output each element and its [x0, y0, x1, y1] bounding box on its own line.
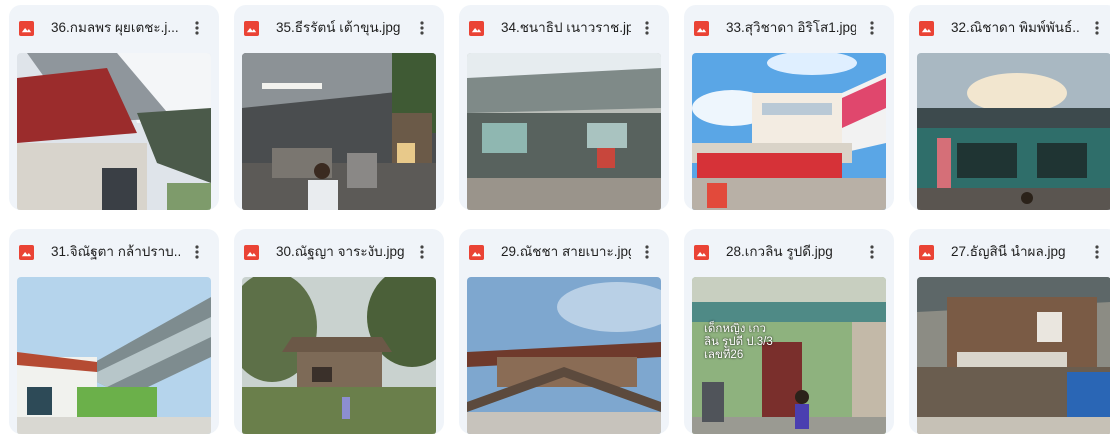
file-card[interactable]: 31.จิณัฐตา กล้าปราบ....: [9, 229, 219, 434]
more-vert-icon[interactable]: [1085, 16, 1109, 40]
image-icon: [694, 245, 709, 260]
file-thumbnail[interactable]: [17, 277, 211, 434]
file-card-header: 31.จิณัฐตา กล้าปราบ....: [9, 229, 219, 275]
file-card-header: 29.ณัชชา สายเบาะ.jpg: [459, 229, 669, 275]
file-card[interactable]: 33.สุวิชาดา อิริโส1.jpg: [684, 5, 894, 210]
file-thumbnail[interactable]: [917, 53, 1110, 210]
file-name: 32.ณิชาดา พิมพ์พันธ์....: [951, 20, 1081, 35]
file-card-header: 36.กมลพร ผุยเตชะ.j...: [9, 5, 219, 51]
file-card[interactable]: 34.ชนาธิป เนาวราช.jpg: [459, 5, 669, 210]
image-icon: [244, 245, 259, 260]
file-name: 29.ณัชชา สายเบาะ.jpg: [501, 244, 631, 259]
more-vert-icon[interactable]: [410, 240, 434, 264]
file-name: 27.ธัญสินี นำผล.jpg: [951, 244, 1066, 259]
file-thumbnail[interactable]: [692, 53, 886, 210]
file-card-header: 32.ณิชาดา พิมพ์พันธ์....: [909, 5, 1110, 51]
more-vert-icon[interactable]: [860, 240, 884, 264]
file-card[interactable]: 36.กมลพร ผุยเตชะ.j...: [9, 5, 219, 210]
file-card[interactable]: 29.ณัชชา สายเบาะ.jpg: [459, 229, 669, 434]
more-vert-icon[interactable]: [410, 16, 434, 40]
file-name: 35.ธีรรัตน์ เต้าขุน.jpg: [276, 20, 401, 35]
file-card[interactable]: 32.ณิชาดา พิมพ์พันธ์....: [909, 5, 1110, 210]
file-card[interactable]: 28.เกวลิน รูปดี.jpg เด็กหญิง เกว ลิน รูป…: [684, 229, 894, 434]
file-card[interactable]: 35.ธีรรัตน์ เต้าขุน.jpg: [234, 5, 444, 210]
file-thumbnail[interactable]: [17, 53, 211, 210]
file-name: 31.จิณัฐตา กล้าปราบ....: [51, 244, 181, 259]
image-icon: [19, 21, 34, 36]
file-card-header: 27.ธัญสินี นำผล.jpg: [909, 229, 1110, 275]
file-card[interactable]: 30.ณัฐญา จาระงับ.jpg: [234, 229, 444, 434]
more-vert-icon[interactable]: [635, 240, 659, 264]
file-card-header: 35.ธีรรัตน์ เต้าขุน.jpg: [234, 5, 444, 51]
more-vert-icon[interactable]: [860, 16, 884, 40]
image-icon: [19, 245, 34, 260]
image-icon: [919, 245, 934, 260]
file-card-header: 33.สุวิชาดา อิริโส1.jpg: [684, 5, 894, 51]
file-card-header: 30.ณัฐญา จาระงับ.jpg: [234, 229, 444, 275]
image-icon: [469, 21, 484, 36]
file-name: 34.ชนาธิป เนาวราช.jpg: [501, 20, 631, 35]
image-icon: [694, 21, 709, 36]
file-thumbnail[interactable]: [242, 277, 436, 434]
file-thumbnail[interactable]: เด็กหญิง เกว ลิน รูปดี ป.3/3 เลขที่26: [692, 277, 886, 434]
more-vert-icon[interactable]: [1085, 240, 1109, 264]
image-icon: [244, 21, 259, 36]
more-vert-icon[interactable]: [635, 16, 659, 40]
image-icon: [919, 21, 934, 36]
image-icon: [469, 245, 484, 260]
file-thumbnail[interactable]: [467, 277, 661, 434]
file-name: 30.ณัฐญา จาระงับ.jpg: [276, 244, 405, 259]
file-thumbnail[interactable]: [917, 277, 1110, 434]
more-vert-icon[interactable]: [185, 240, 209, 264]
file-card[interactable]: 27.ธัญสินี นำผล.jpg: [909, 229, 1110, 434]
file-name: 36.กมลพร ผุยเตชะ.j...: [51, 20, 179, 35]
more-vert-icon[interactable]: [185, 16, 209, 40]
file-grid: 36.กมลพร ผุยเตชะ.j... 35.ธีรรัตน์ เต้าขุ…: [0, 0, 1110, 437]
file-name: 28.เกวลิน รูปดี.jpg: [726, 244, 833, 259]
file-name: 33.สุวิชาดา อิริโส1.jpg: [726, 20, 856, 35]
file-thumbnail[interactable]: [242, 53, 436, 210]
file-thumbnail[interactable]: [467, 53, 661, 210]
file-card-header: 34.ชนาธิป เนาวราช.jpg: [459, 5, 669, 51]
thumbnail-caption: เด็กหญิง เกว ลิน รูปดี ป.3/3 เลขที่26: [704, 323, 773, 361]
file-card-header: 28.เกวลิน รูปดี.jpg: [684, 229, 894, 275]
